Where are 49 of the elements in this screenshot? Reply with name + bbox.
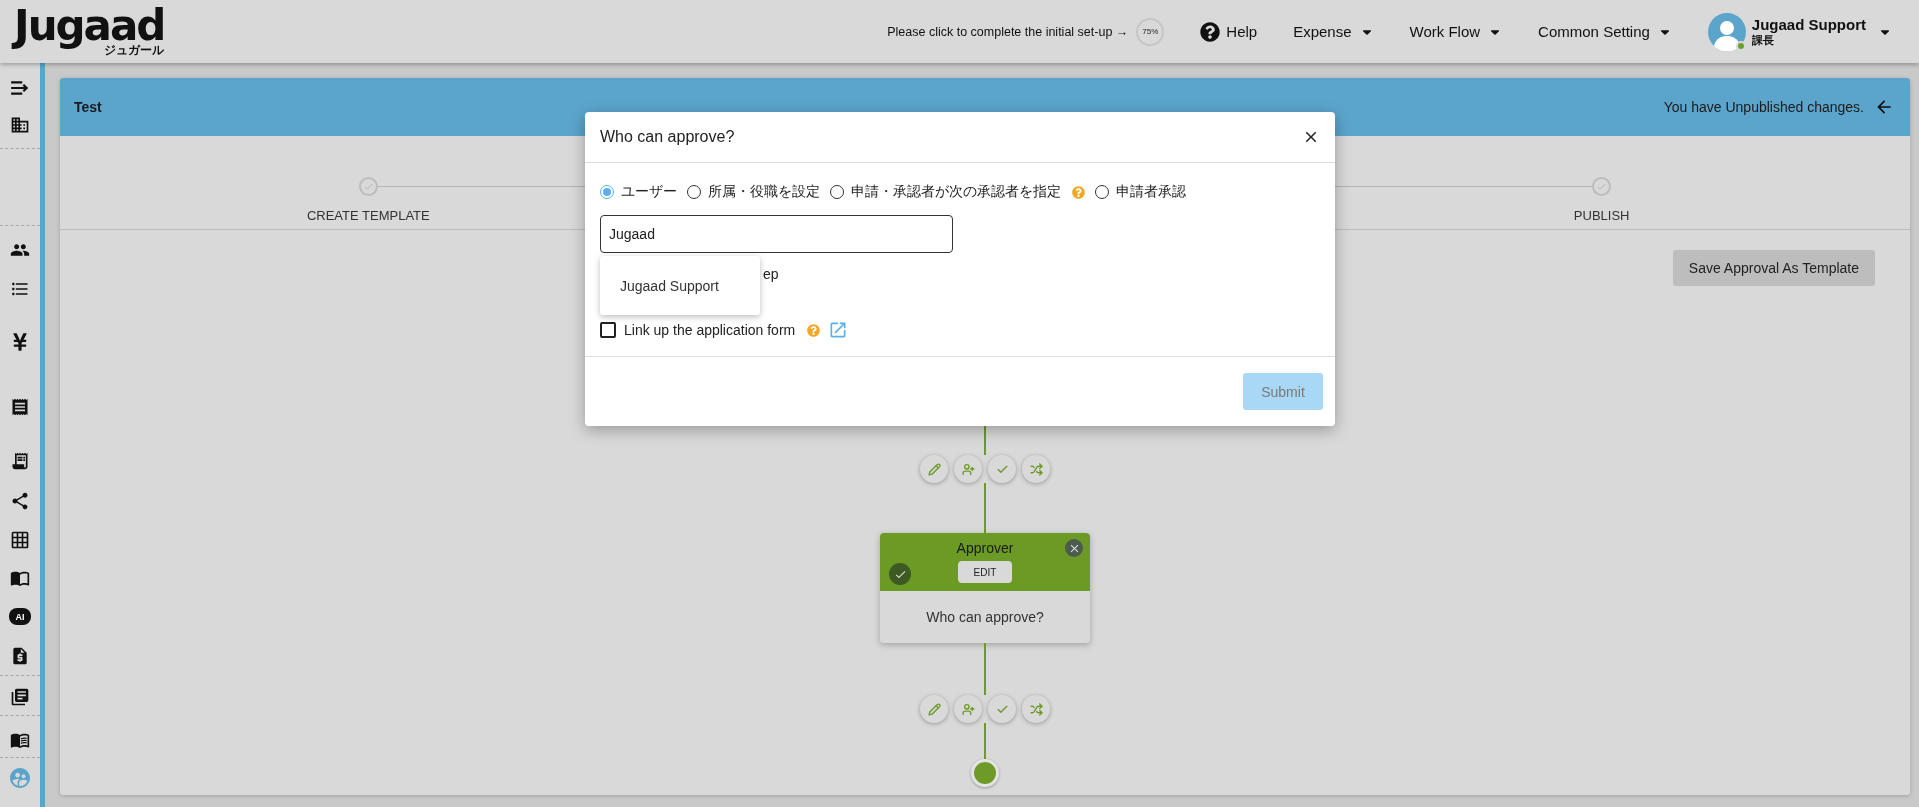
add-user-icon — [961, 462, 975, 476]
step-label[interactable]: CREATE TEMPLATE — [306, 208, 430, 223]
share-icon[interactable] — [10, 491, 30, 511]
help-icon[interactable] — [1200, 21, 1221, 42]
dollar-document-icon[interactable] — [10, 646, 30, 666]
radio-label[interactable]: 所属・役職を設定 — [708, 183, 820, 201]
node-description: Who can approve? — [926, 609, 1044, 625]
setup-prompt[interactable]: Please click to complete the initial set-up → — [887, 24, 1129, 39]
nav-menu[interactable]: Work Flow — [1409, 23, 1503, 40]
radio-label[interactable]: ユーザー — [621, 183, 677, 201]
radio-label[interactable]: 申請者承認 — [1116, 183, 1186, 201]
node-title: Approver — [956, 540, 1014, 556]
check-icon — [362, 181, 374, 192]
search-field[interactable]: Jugaad — [600, 215, 953, 253]
covered-text: ep — [763, 266, 779, 282]
receipt-icon[interactable] — [10, 397, 30, 417]
user-name[interactable]: Jugaad Support — [1751, 15, 1866, 33]
nav-menu[interactable]: Expense — [1293, 23, 1374, 40]
yen-icon[interactable] — [10, 332, 30, 352]
edit-button[interactable]: EDIT — [958, 561, 1012, 583]
check-button[interactable] — [988, 455, 1016, 483]
add-user-icon — [961, 702, 975, 716]
shuffle-icon — [1029, 702, 1043, 716]
radio-label[interactable]: 申請・承認者が次の承認者を指定 — [851, 183, 1061, 201]
checkbox-label[interactable]: Link up the application form — [624, 322, 796, 338]
grid-icon[interactable] — [10, 530, 30, 550]
user-role: 課長 — [1751, 33, 1775, 48]
step-label[interactable]: PUBLISH — [1573, 208, 1630, 223]
dialog-title: Who can approve? — [600, 128, 735, 146]
check-icon — [1596, 181, 1608, 192]
setup-progress-ring[interactable]: 75% — [1136, 17, 1165, 46]
building-icon[interactable] — [10, 115, 30, 135]
ai-chat-badge[interactable]: AI — [9, 608, 31, 625]
pencil-icon — [927, 462, 941, 476]
save-template-button[interactable]: Save Approval As Template — [1672, 250, 1875, 286]
check-button[interactable] — [988, 695, 1016, 723]
unpublished-notice: You have Unpublished changes. — [1663, 99, 1864, 115]
checkbox[interactable] — [600, 322, 616, 338]
approver-node[interactable]: Approver EDIT Who can approve? — [880, 533, 1090, 643]
help-link[interactable]: Help — [1226, 23, 1258, 40]
shuffle-icon — [1029, 462, 1043, 476]
nav-menu[interactable]: Common Setting — [1538, 23, 1672, 40]
long-receipt-icon[interactable] — [10, 451, 30, 471]
avatar-icon — [1707, 12, 1746, 51]
card-title: Test — [74, 99, 102, 115]
stacked-documents-icon[interactable] — [10, 687, 30, 707]
lines-arrow-icon[interactable] — [10, 78, 30, 98]
suggestion-item[interactable]: Jugaad Support — [620, 277, 719, 294]
pencil-icon — [927, 702, 941, 716]
